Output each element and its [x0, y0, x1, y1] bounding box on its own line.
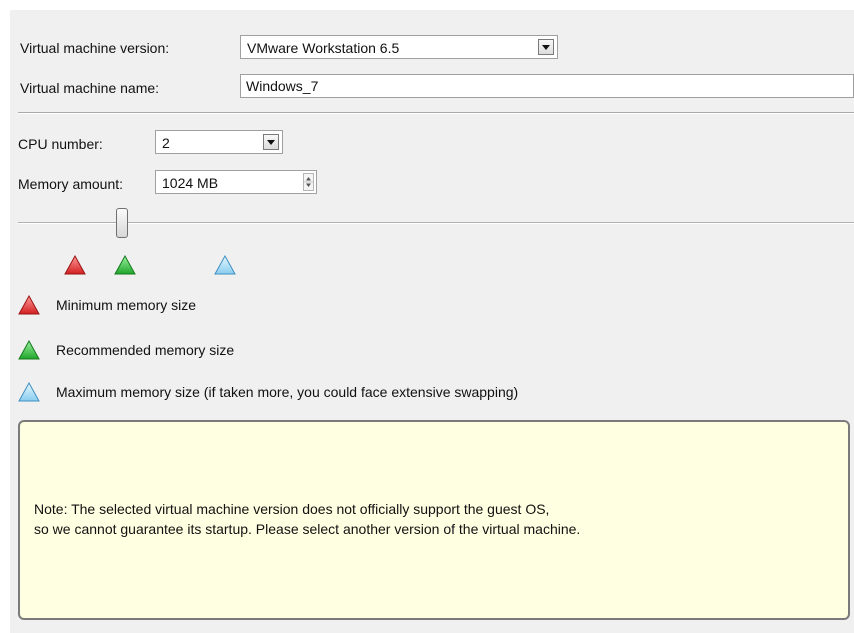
min-marker-icon — [64, 255, 86, 275]
note-box: Note: The selected virtual machine versi… — [18, 420, 850, 620]
legend-minimum-label: Minimum memory size — [56, 297, 197, 313]
legend-maximum-label: Maximum memory size (if taken more, you … — [56, 384, 519, 400]
vm-version-label: Virtual machine version: — [20, 40, 170, 56]
note-line-1: Note: The selected virtual machine versi… — [34, 501, 550, 517]
vm-version-value: VMware Workstation 6.5 — [247, 40, 400, 56]
memory-slider-thumb[interactable] — [116, 208, 128, 238]
dropdown-arrow-icon[interactable] — [263, 134, 279, 150]
dropdown-arrow-icon[interactable] — [538, 39, 554, 55]
vm-version-dropdown[interactable]: VMware Workstation 6.5 — [240, 35, 558, 59]
cpu-number-value: 2 — [162, 135, 170, 151]
vm-name-field[interactable] — [240, 74, 854, 98]
recommended-marker-icon — [114, 255, 136, 275]
note-line-2: so we cannot guarantee its startup. Plea… — [34, 521, 581, 537]
memory-amount-label: Memory amount: — [18, 176, 124, 192]
vm-name-input[interactable] — [246, 77, 848, 95]
cpu-number-dropdown[interactable]: 2 — [155, 130, 283, 154]
memory-amount-value: 1024 MB — [162, 175, 219, 191]
vm-name-label: Virtual machine name: — [20, 80, 160, 96]
vm-settings-panel: Virtual machine version: VMware Workstat… — [10, 10, 854, 633]
cpu-number-label: CPU number: — [18, 136, 103, 152]
triangle-green-icon — [18, 340, 40, 360]
spin-arrows-icon[interactable] — [303, 173, 314, 191]
memory-slider-track[interactable] — [18, 222, 854, 224]
legend-recommended-label: Recommended memory size — [56, 342, 235, 358]
triangle-red-icon — [18, 295, 40, 315]
memory-amount-spinner[interactable]: 1024 MB — [155, 170, 317, 194]
triangle-blue-icon — [18, 382, 40, 402]
max-marker-icon — [214, 255, 236, 275]
section-divider — [18, 112, 854, 114]
